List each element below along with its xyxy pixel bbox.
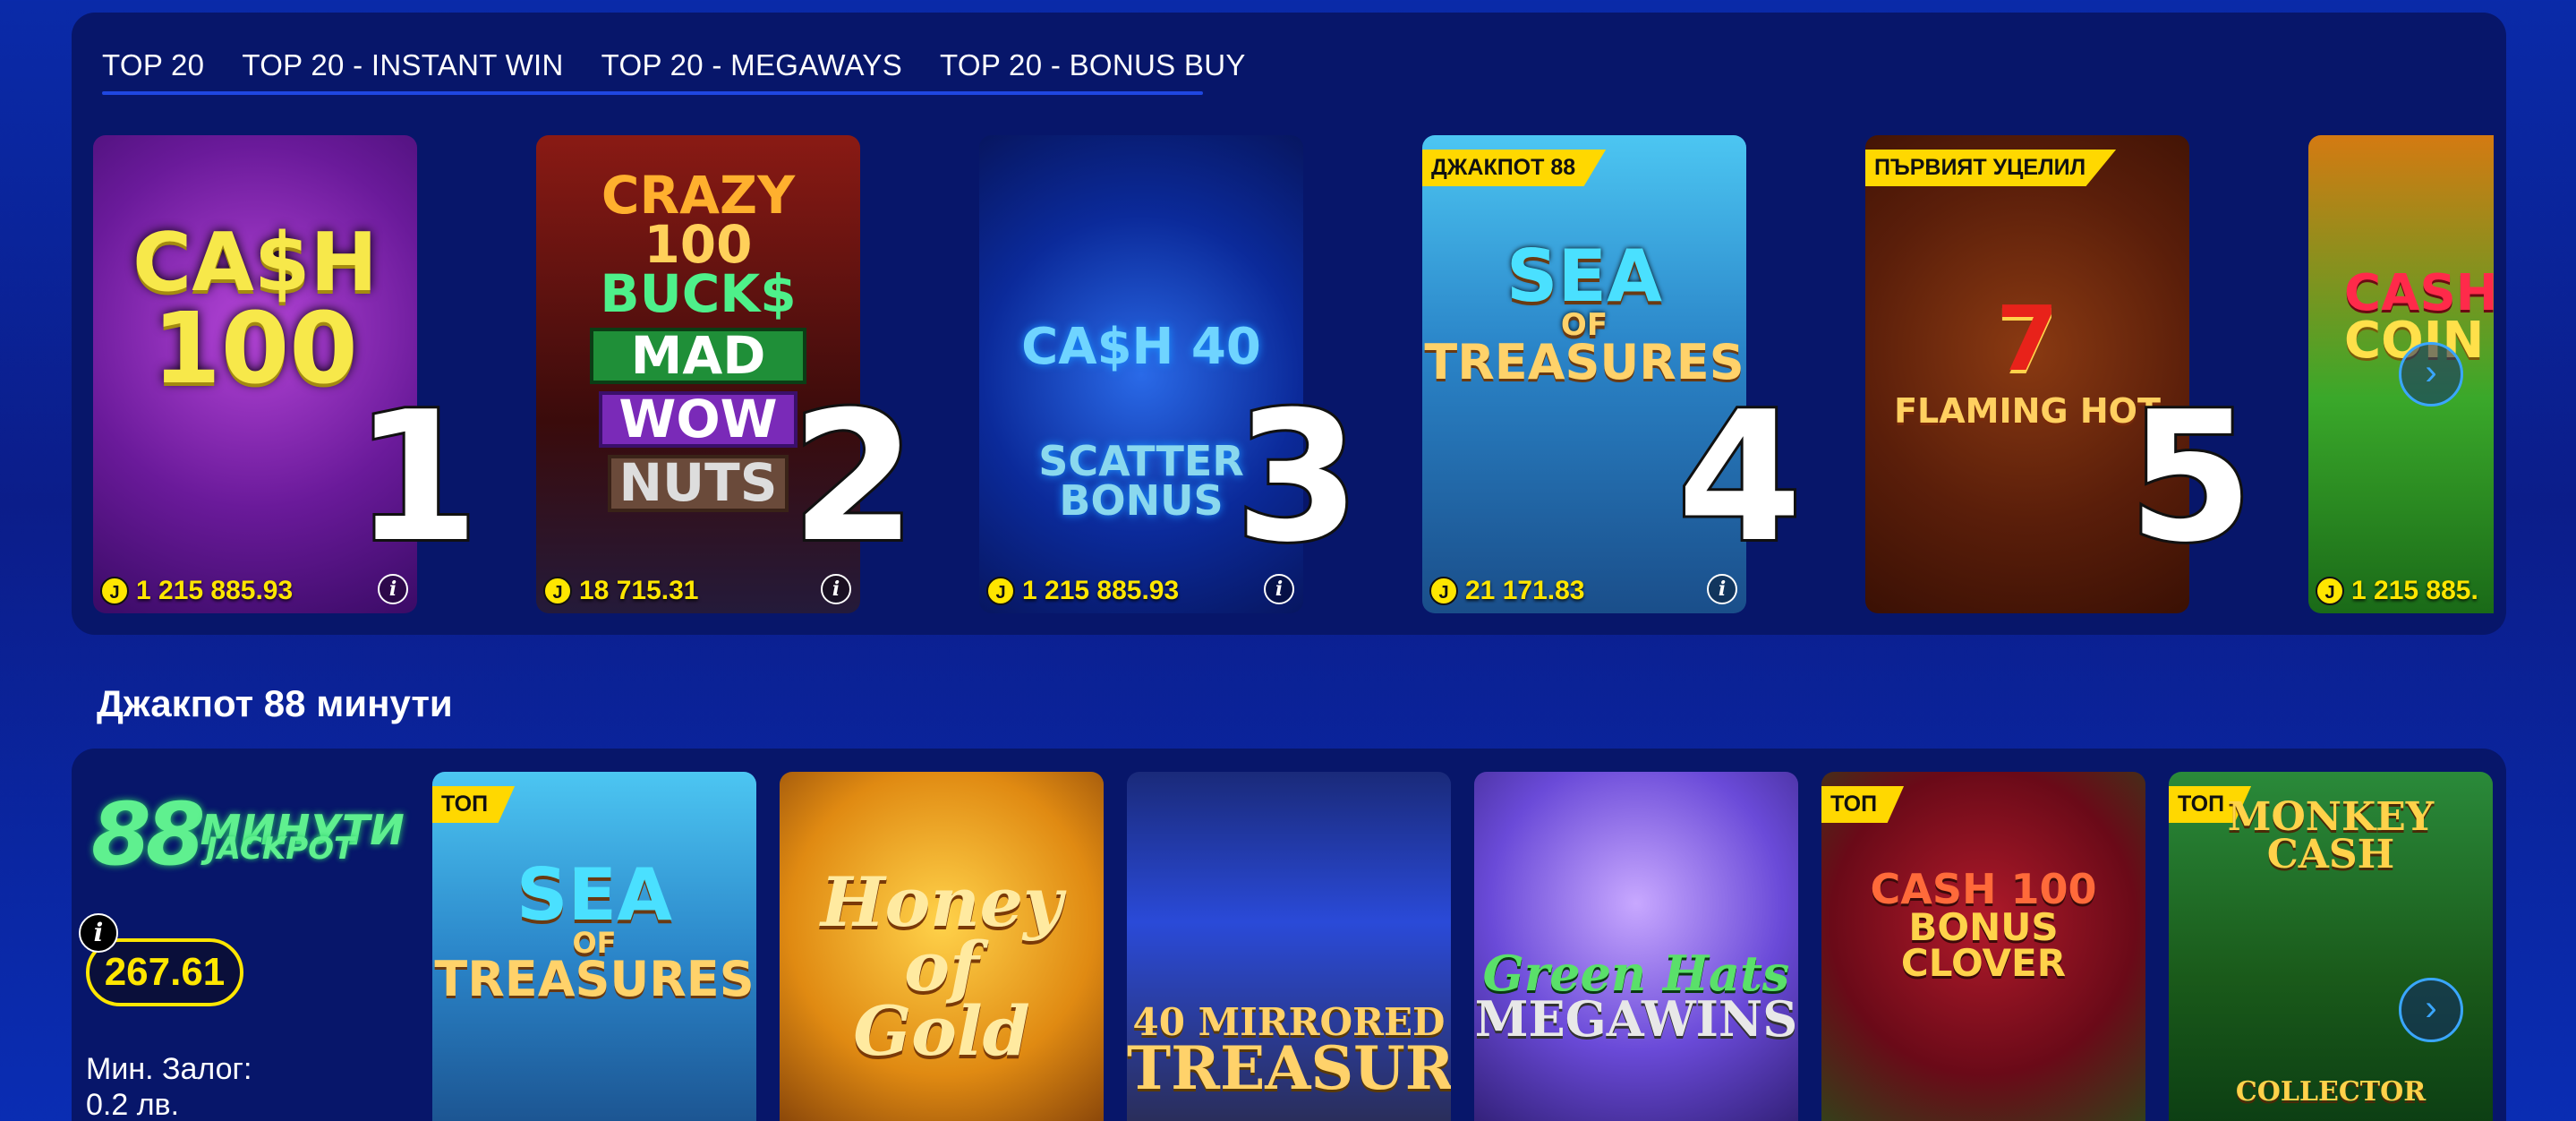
jackpot-game-cash-100-bonus-clover[interactable]: ТОП CASH 100 BONUS CLOVER (1821, 772, 2145, 1121)
jackpot-icon: J (986, 577, 1015, 605)
jackpot-amount: 1 215 885.93 (1022, 576, 1180, 605)
top-badge: ТОП (1821, 786, 1905, 823)
jackpot-game-monkey-cash-collector[interactable]: ТОП MONKEY CASH COLLECTOR (2169, 772, 2493, 1121)
game-title-line: COLLECTOR (2235, 1075, 2427, 1108)
tab-top20-megaways[interactable]: TOP 20 - MEGAWAYS (601, 48, 902, 82)
game-title-line: TREASURES (1127, 1032, 1451, 1103)
jackpot-amount-row: J 1 215 885. (2316, 576, 2478, 606)
rank-number: 5 (2126, 373, 2256, 582)
game-title-line: MAD (590, 328, 806, 385)
jackpot-game-honey-of-gold[interactable]: Honey of Gold (780, 772, 1104, 1121)
game-title-line: CASH (2344, 264, 2494, 322)
top20-panel: TOP 20 TOP 20 - INSTANT WIN TOP 20 - MEG… (72, 13, 2506, 635)
jackpot-amount-row: J 1 215 885.93 (986, 576, 1179, 606)
tab-bar: TOP 20 TOP 20 - INSTANT WIN TOP 20 - MEG… (102, 48, 1246, 82)
jackpot-amount: 21 171.83 (1465, 576, 1585, 605)
carousel-next-arrow-icon[interactable]: › (2399, 342, 2463, 406)
jackpot-amount: 1 215 885.93 (136, 576, 294, 605)
game-title-line: Gold (853, 991, 1030, 1072)
first-hitter-badge: ПЪРВИЯТ УЦЕЛИЛ (1865, 150, 2117, 186)
game-title-line: BONUS CLOVER (1900, 904, 2067, 985)
min-bet-value: 0.2 лв. (86, 1088, 180, 1121)
game-title-line: 100 (644, 214, 753, 276)
rank-number: 1 (352, 373, 482, 582)
jackpot-icon: J (543, 577, 572, 605)
lucky-seven-art: 7 (1996, 287, 2059, 391)
game-title-line: Honey of (820, 862, 1063, 1007)
logo-number: 88 (91, 784, 206, 885)
jackpot-icon: J (100, 577, 129, 605)
tab-top20-instant-win[interactable]: TOP 20 - INSTANT WIN (242, 48, 563, 82)
jackpot88-panel: 88МИНУТИ JACKPOT 267.61 i Мин. Залог: 0.… (72, 749, 2506, 1121)
game-title-line: CA$H 40 (1021, 318, 1261, 376)
jackpot-game-sea-of-treasures[interactable]: ТОП SEA OF TREASURES (432, 772, 756, 1121)
min-bet-label: Мин. Залог: (86, 1052, 252, 1086)
tab-underline (102, 91, 1203, 95)
tab-top20[interactable]: TOP 20 (102, 48, 204, 82)
rank-number: 3 (1233, 373, 1362, 582)
jackpot-amount-row: J 21 171.83 (1429, 576, 1584, 606)
info-icon[interactable]: i (79, 913, 118, 953)
jackpot-amount-row: J 1 215 885.93 (100, 576, 293, 606)
section-title: Джакпот 88 минути (97, 682, 453, 724)
jackpot-icon: J (1429, 577, 1458, 605)
game-title-line: CA$H (132, 216, 378, 310)
jackpot-icon: J (2316, 577, 2344, 605)
logo-subtitle: JACKPOT (206, 831, 355, 867)
jackpot-amount: 1 215 885. (2351, 576, 2478, 605)
jackpot-game-40-mirrored-treasures[interactable]: 40 MIRRORED TREASURES (1127, 772, 1451, 1121)
game-title-line: CRAZY (601, 165, 796, 226)
game-title-line: WOW (599, 391, 798, 449)
game-title-line: MONKEY CASH (2227, 794, 2435, 877)
carousel-next-arrow-icon[interactable]: › (2399, 978, 2463, 1042)
tab-top20-bonus-buy[interactable]: TOP 20 - BONUS BUY (940, 48, 1246, 82)
game-title-line: BUCK$ (600, 263, 797, 325)
jackpot88-badge: ДЖАКПОТ 88 (1422, 150, 1607, 186)
rank-number: 4 (1675, 373, 1804, 582)
min-bet: Мин. Залог: 0.2 лв. (86, 1051, 252, 1121)
rank-number: 2 (789, 373, 918, 582)
game-title-line: NUTS (608, 455, 789, 512)
game-title-line: TREASURES (434, 951, 755, 1008)
top-badge: ТОП (432, 786, 516, 823)
game-title-line: CASH 100 (1870, 865, 2097, 913)
game-title-line: SEA (516, 853, 673, 937)
jackpot-amount: 18 715.31 (579, 576, 699, 605)
jackpot-game-green-hats-megawins[interactable]: Green Hats MEGAWINS (1474, 772, 1798, 1121)
jackpot-amount-row: J 18 715.31 (543, 576, 698, 606)
game-title-line: MEGAWINS (1474, 990, 1798, 1048)
game-title-line: SEA (1506, 235, 1663, 318)
